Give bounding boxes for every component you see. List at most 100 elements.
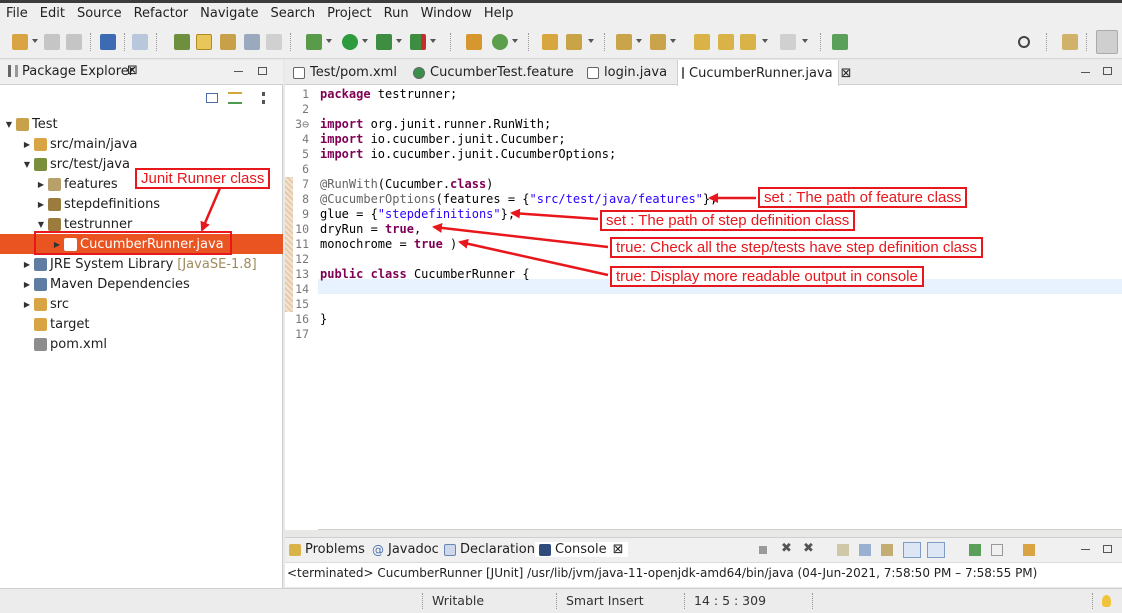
terminal-icon[interactable]: [100, 34, 116, 50]
chevron-down-icon[interactable]: ▼: [22, 160, 32, 169]
search-icon[interactable]: [1018, 36, 1030, 48]
show-on-stdout-icon[interactable]: [903, 542, 921, 558]
tree-item-stepdefinitions[interactable]: ▶ stepdefinitions: [0, 194, 283, 214]
block-selection-icon[interactable]: [220, 34, 236, 50]
remove-all-launches-icon[interactable]: ✖: [803, 541, 814, 556]
editor-tab-cucumberrunner-java[interactable]: CucumberRunner.java ⊠: [677, 60, 852, 86]
maximize-icon[interactable]: [258, 67, 267, 75]
pin-editor-icon[interactable]: [832, 34, 848, 50]
menu-refactor[interactable]: Refactor: [128, 3, 195, 25]
next-annotation-icon[interactable]: [616, 34, 632, 50]
save-all-icon[interactable]: [66, 34, 82, 50]
chevron-down-icon[interactable]: [512, 39, 518, 43]
minimize-icon[interactable]: [1081, 65, 1090, 73]
view-menu-icon[interactable]: [262, 92, 265, 104]
chevron-down-icon[interactable]: [588, 39, 594, 43]
minimize-icon[interactable]: [234, 64, 243, 72]
menu-project[interactable]: Project: [321, 3, 377, 25]
new-java-project-icon[interactable]: [466, 34, 482, 50]
tree-item-maven-dependencies[interactable]: ▶ Maven Dependencies: [0, 274, 283, 294]
menu-window[interactable]: Window: [415, 3, 478, 25]
forward-icon[interactable]: [740, 34, 756, 50]
close-icon[interactable]: ⊠: [841, 66, 852, 81]
scroll-lock-icon[interactable]: [859, 544, 871, 556]
remove-launch-icon[interactable]: ✖: [781, 541, 792, 556]
tree-item-test[interactable]: ▼ Test: [0, 114, 283, 134]
chevron-right-icon[interactable]: ▶: [22, 140, 32, 149]
chevron-down-icon[interactable]: [362, 39, 368, 43]
chevron-down-icon[interactable]: ▼: [4, 120, 14, 129]
chevron-down-icon[interactable]: [430, 39, 436, 43]
menu-run[interactable]: Run: [378, 3, 415, 25]
chevron-down-icon[interactable]: [636, 39, 642, 43]
display-console-icon[interactable]: [991, 544, 1003, 556]
chevron-right-icon[interactable]: ▶: [36, 180, 46, 189]
show-on-stderr-icon[interactable]: [927, 542, 945, 558]
tab-declaration[interactable]: Declaration: [444, 542, 535, 557]
pin-console-icon[interactable]: [969, 544, 981, 556]
editor-tab-cucumbertest-feature[interactable]: CucumberTest.feature: [409, 60, 577, 85]
menu-edit[interactable]: Edit: [34, 3, 71, 25]
close-icon[interactable]: ⊠: [127, 63, 138, 78]
previous-annotation-icon[interactable]: [650, 34, 666, 50]
show-whitespace-icon[interactable]: [244, 34, 260, 50]
chevron-down-icon[interactable]: [670, 39, 676, 43]
chevron-right-icon[interactable]: ▶: [36, 200, 46, 209]
tip-lightbulb-icon[interactable]: [1102, 595, 1111, 607]
word-wrap-icon[interactable]: [881, 544, 893, 556]
java-perspective-icon[interactable]: [1096, 30, 1118, 54]
tree-item-src[interactable]: ▶ src: [0, 294, 283, 314]
toggle-ant-icon[interactable]: [174, 34, 190, 50]
debug-icon[interactable]: [306, 34, 322, 50]
skip-breakpoints-icon[interactable]: [132, 34, 148, 50]
coverage-icon[interactable]: [376, 34, 392, 50]
run-icon[interactable]: [342, 34, 358, 50]
terminate-icon[interactable]: [759, 546, 767, 554]
minimize-icon[interactable]: [1081, 542, 1090, 550]
chevron-down-icon[interactable]: [802, 39, 808, 43]
tab-console[interactable]: Console ⊠: [535, 542, 628, 557]
menu-source[interactable]: Source: [71, 3, 128, 25]
open-console-icon[interactable]: [1023, 544, 1035, 556]
tree-item-target[interactable]: target: [0, 314, 283, 334]
editor-tab-login-java[interactable]: login.java: [583, 60, 669, 85]
tree-item-pom-xml[interactable]: pom.xml: [0, 334, 283, 354]
new-java-class-icon[interactable]: [492, 34, 508, 50]
collapse-all-icon[interactable]: [206, 93, 218, 103]
pilcrow-icon[interactable]: [266, 34, 282, 50]
back-icon[interactable]: [718, 34, 734, 50]
tab-problems[interactable]: Problems: [289, 542, 365, 557]
chevron-down-icon[interactable]: ▼: [36, 220, 46, 229]
clear-console-icon[interactable]: [837, 544, 849, 556]
open-perspective-icon[interactable]: [1062, 34, 1078, 50]
menu-file[interactable]: File: [0, 3, 34, 25]
chevron-down-icon[interactable]: [32, 39, 38, 43]
menu-search[interactable]: Search: [264, 3, 321, 25]
editor-tab-test-pom-xml[interactable]: Test/pom.xml: [289, 60, 399, 85]
chevron-down-icon[interactable]: [762, 39, 768, 43]
new-icon[interactable]: [12, 34, 28, 50]
close-icon[interactable]: ⊠: [613, 542, 624, 557]
chevron-right-icon[interactable]: ▶: [22, 300, 32, 309]
package-explorer-tab[interactable]: Package Explorer ⊠: [0, 60, 283, 85]
chevron-down-icon[interactable]: [326, 39, 332, 43]
link-with-editor-icon[interactable]: [228, 92, 242, 104]
mark-occurrences-icon[interactable]: [196, 34, 212, 50]
chevron-right-icon[interactable]: ▶: [22, 280, 32, 289]
chevron-right-icon[interactable]: ▶: [22, 260, 32, 269]
last-edit-location-icon[interactable]: [694, 34, 710, 50]
open-type-icon[interactable]: [542, 34, 558, 50]
chevron-down-icon[interactable]: [396, 39, 402, 43]
menu-help[interactable]: Help: [478, 3, 520, 25]
external-tools-icon[interactable]: [410, 34, 426, 50]
maximize-icon[interactable]: [1103, 545, 1112, 553]
menu-navigate[interactable]: Navigate: [194, 3, 264, 25]
search-tasks-icon[interactable]: [566, 34, 582, 50]
console-output[interactable]: <terminated> CucumberRunner [JUnit] /usr…: [287, 566, 1037, 580]
save-icon[interactable]: [44, 34, 60, 50]
maximize-icon[interactable]: [1103, 67, 1112, 75]
tree-item-jre-system-library[interactable]: ▶ JRE System Library [JavaSE-1.8]: [0, 254, 283, 274]
forward-history-icon[interactable]: [780, 34, 796, 50]
tree-item-src-main-java[interactable]: ▶ src/main/java: [0, 134, 283, 154]
tab-javadoc[interactable]: @ Javadoc: [372, 542, 439, 557]
